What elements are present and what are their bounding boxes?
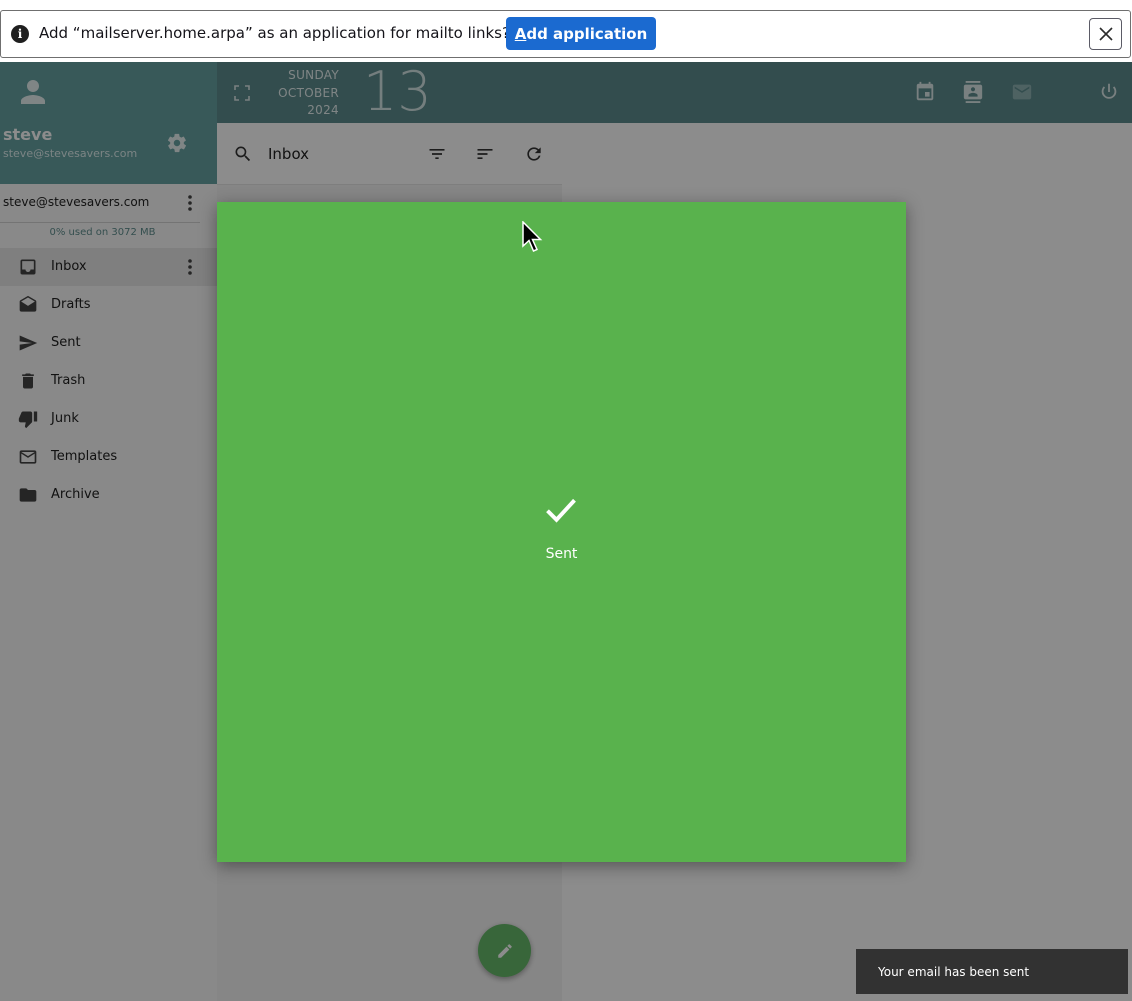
sent-label: Sent	[545, 546, 578, 562]
snackbar: Your email has been sent	[856, 949, 1128, 994]
add-application-accesskey: A	[514, 24, 527, 43]
add-application-button[interactable]: Add application	[506, 17, 656, 50]
close-notification-button[interactable]	[1089, 18, 1122, 50]
mouse-cursor-icon	[522, 221, 543, 252]
snackbar-text: Your email has been sent	[878, 964, 1030, 979]
check-icon	[546, 498, 576, 523]
add-application-label: dd application	[526, 24, 648, 43]
close-icon	[1098, 27, 1113, 41]
mailto-notification-bar: i Add “mailserver.home.arpa” as an appli…	[0, 10, 1131, 58]
info-icon: i	[11, 25, 29, 43]
sent-confirmation-dialog: Sent	[217, 202, 906, 862]
notification-text: Add “mailserver.home.arpa” as an applica…	[39, 24, 510, 42]
